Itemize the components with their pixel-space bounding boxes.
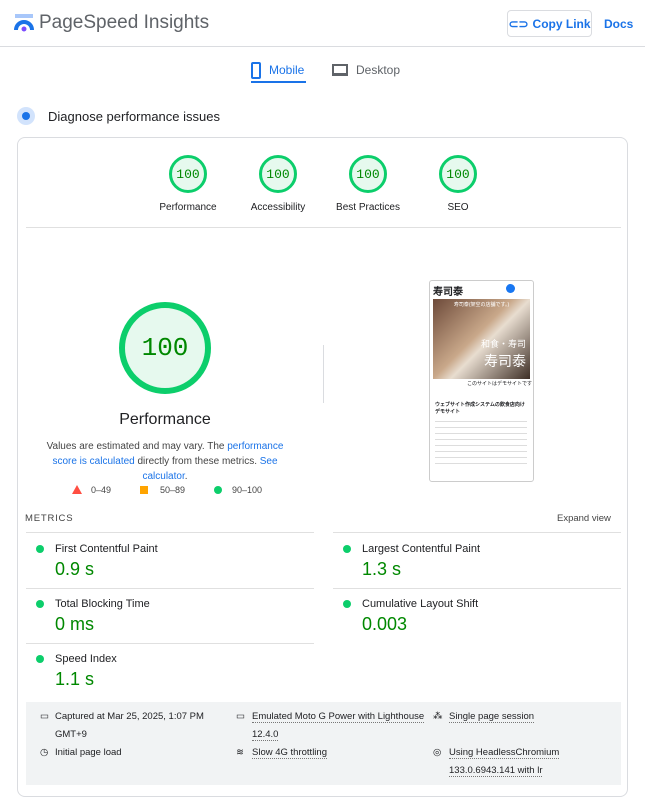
pagespeed-logo-icon — [14, 14, 34, 32]
score: 100 — [176, 166, 200, 182]
header: PageSpeed Insights ⊂⊃ Copy Link Docs — [0, 0, 645, 47]
divider — [333, 532, 621, 533]
divider — [26, 532, 314, 533]
app-title: PageSpeed Insights — [39, 12, 210, 33]
diagnose-icon — [17, 107, 35, 125]
legend-fail: 0–49 — [91, 485, 112, 495]
score-note: Values are estimated and may vary. The p… — [35, 439, 295, 484]
gauge-label: Accessibility — [250, 202, 306, 213]
main-performance-gauge: 100 — [119, 302, 211, 394]
metric-value: 1.1 s — [55, 669, 95, 689]
section-title: Diagnose performance issues — [48, 109, 220, 124]
score: 100 — [266, 166, 290, 182]
throttling-info[interactable]: Slow 4G throttling — [252, 747, 327, 759]
divider — [333, 588, 621, 589]
pass-circle-icon — [36, 600, 44, 608]
note-text: directly from these metrics. — [134, 456, 260, 467]
metric-value: 0.003 — [362, 614, 408, 634]
pass-circle-icon — [343, 600, 351, 608]
metric-value: 0.9 s — [55, 559, 95, 579]
emulated-device[interactable]: Emulated Moto G Power with Lighthouse — [252, 711, 425, 723]
metrics-heading: METRICS — [25, 513, 74, 524]
tab-desktop-label: Desktop — [356, 63, 401, 77]
thumb-banner: 寿司泰(架空の店舗です。) — [453, 302, 510, 308]
note-text: . — [184, 471, 188, 482]
divider — [26, 643, 314, 644]
fail-triangle-icon — [72, 485, 82, 494]
metric-name: Speed Index — [55, 653, 117, 665]
thumb-caption: このサイトはデモサイトです — [466, 381, 532, 387]
pass-circle-icon — [214, 486, 222, 494]
copy-link-button[interactable]: ⊂⊃ Copy Link — [507, 10, 592, 37]
tab-mobile-label: Mobile — [269, 63, 305, 77]
wifi-icon: ≋ — [236, 747, 244, 758]
copy-link-label: Copy Link — [532, 16, 591, 31]
docs-link[interactable]: Docs — [604, 17, 633, 31]
gauge-best-practices[interactable]: 100 — [349, 155, 387, 193]
metric-name: First Contentful Paint — [55, 543, 158, 555]
facebook-icon — [506, 284, 515, 293]
mobile-icon — [251, 61, 261, 79]
browser-info[interactable]: Using HeadlessChromium — [449, 747, 560, 759]
devices-icon: ▭ — [236, 711, 245, 722]
score: 100 — [446, 166, 470, 182]
legend-pass: 90–100 — [232, 485, 263, 495]
metric-name: Cumulative Layout Shift — [362, 598, 479, 610]
thumb-hero: 寿司泰(架空の店舗です。) 和食・寿司 寿司泰 — [433, 299, 530, 379]
metric-value: 1.3 s — [362, 559, 402, 579]
divider — [323, 345, 324, 403]
desktop-icon — [332, 64, 348, 76]
chrome-icon: ◎ — [433, 747, 442, 758]
link-icon: ⊂⊃ — [508, 16, 529, 31]
divider — [26, 588, 314, 589]
calendar-icon: ▭ — [40, 711, 49, 722]
metric-value: 0 ms — [55, 614, 95, 634]
thumb-text — [435, 416, 527, 466]
legend-average: 50–89 — [160, 485, 186, 495]
pass-circle-icon — [36, 655, 44, 663]
score: 100 — [356, 166, 380, 182]
gauge-label: Best Practices — [336, 202, 400, 213]
gauge-performance[interactable]: 100 — [169, 155, 207, 193]
gauge-accessibility[interactable]: 100 — [259, 155, 297, 193]
thumb-hero-2: 寿司泰 — [484, 355, 526, 370]
page-screenshot-thumbnail: 寿司泰 寿司泰(架空の店舗です。) 和食・寿司 寿司泰 このサイトはデモサイトで… — [429, 280, 534, 482]
captured-at: Captured at Mar 25, 2025, 1:07 PM — [55, 711, 204, 722]
metric-name: Largest Contentful Paint — [362, 543, 481, 555]
metric-name: Total Blocking Time — [55, 598, 150, 610]
thumb-logo: 寿司泰 — [433, 287, 463, 298]
gauge-seo[interactable]: 100 — [439, 155, 477, 193]
note-text: Values are estimated and may vary. The — [46, 441, 228, 452]
timer-icon: ◷ — [40, 747, 49, 758]
main-score: 100 — [141, 333, 189, 363]
tab-desktop[interactable]: Desktop — [332, 58, 400, 82]
gauge-label: Performance — [159, 202, 217, 213]
lighthouse-version[interactable]: 12.4.0 — [252, 729, 279, 741]
single-page-session[interactable]: Single page session — [449, 711, 535, 723]
thumb-heading: ウェブサイト作成システムの飲食店向けデモサイト — [435, 402, 525, 415]
captured-timezone: GMT+9 — [55, 729, 87, 740]
active-tab-indicator — [251, 81, 306, 83]
gauge-label: SEO — [447, 202, 469, 213]
thumb-hero-1: 和食・寿司 — [480, 339, 526, 349]
expand-view-button[interactable]: Expand view — [557, 513, 611, 524]
initial-page-load: Initial page load — [55, 747, 122, 758]
average-square-icon — [140, 486, 148, 494]
main-score-label: Performance — [119, 411, 211, 428]
pass-circle-icon — [36, 545, 44, 553]
session-icon: ⁂ — [433, 711, 443, 722]
pass-circle-icon — [343, 545, 351, 553]
browser-version[interactable]: 133.0.6943.141 with lr — [449, 765, 543, 777]
divider — [26, 227, 621, 228]
tab-mobile[interactable]: Mobile — [251, 58, 304, 82]
